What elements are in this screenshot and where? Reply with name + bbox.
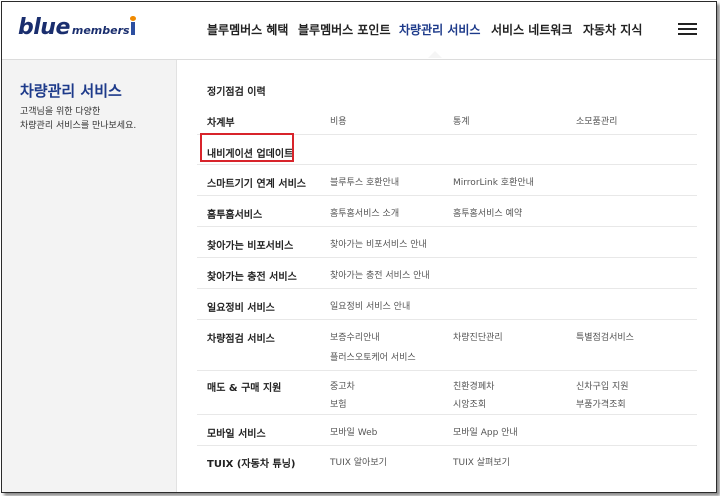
menu-link[interactable]: 통계 [453,114,470,127]
menu-link[interactable]: 보증수리안내 [330,330,380,343]
menu-link[interactable]: 일요정비 서비스 안내 [330,299,410,312]
menu-link[interactable]: 소모품관리 [576,114,617,127]
menu-row: 모바일 서비스 모바일 Web 모바일 App 안내 [197,415,697,446]
nav-item-points[interactable]: 블루멤버스 포인트 [298,21,391,38]
menu-link[interactable]: TUIX 살펴보기 [453,455,510,468]
menu-link[interactable]: 특별점검서비스 [576,330,634,343]
menu-category-smart-device[interactable]: 스마트기기 연계 서비스 [207,175,306,190]
menu-link[interactable]: 찾아가는 충전 서비스 안내 [330,268,430,281]
sidebar-desc-line1: 고객님을 위한 다양한 [20,107,101,117]
menu-row: 홈투홈서비스 홈투홈서비스 소개 홈투홈서비스 예약 [197,196,697,227]
sidebar-title: 차량관리 서비스 [20,82,122,100]
menu-row: 찾아가는 비포서비스 찾아가는 비포서비스 안내 [197,227,697,258]
menu-category-sell-buy-support[interactable]: 매도 & 구매 지원 [207,379,281,394]
blue-members-logo[interactable]: blue members [18,15,136,40]
menu-row: 차계부 비용 통계 소모품관리 [197,103,697,135]
navigation-update-highlight-box [200,133,294,162]
menu-link[interactable]: 시앙조회 [453,397,486,410]
logo-blue-text: blue [18,15,70,40]
nav-item-car-knowledge[interactable]: 자동차 지식 [583,21,642,38]
menu-category-logbook[interactable]: 차계부 [207,114,235,129]
menu-category-tuix[interactable]: TUIX (자동차 튜닝) [207,455,295,470]
menu-link[interactable]: 홈투홈서비스 소개 [330,206,399,219]
site-header: blue members 블루멤버스 혜택 블루멤버스 포인트 차량관리 서비스 … [2,2,716,60]
menu-category-home-to-home[interactable]: 홈투홈서비스 [207,206,262,221]
nav-item-benefits[interactable]: 블루멤버스 혜택 [207,21,288,38]
nav-item-vehicle-service[interactable]: 차량관리 서비스 [399,21,480,38]
menu-link[interactable]: 비용 [330,114,347,127]
menu-link[interactable]: 홈투홈서비스 예약 [453,206,522,219]
menu-link[interactable]: 친환경폐차 [453,379,494,392]
menu-link[interactable]: 블루투스 호환안내 [330,175,399,188]
nav-item-service-network[interactable]: 서비스 네트워크 [491,21,572,38]
menu-row: 매도 & 구매 지원 중고차 친환경폐차 신차구입 지원 보험 시앙조회 부품가… [197,371,697,415]
menu-category-sunday-maintenance[interactable]: 일요정비 서비스 [207,299,275,314]
menu-link[interactable]: 보험 [330,397,347,410]
menu-row: TUIX (자동차 튜닝) TUIX 알아보기 TUIX 살펴보기 [197,446,697,476]
menu-link[interactable]: TUIX 알아보기 [330,455,387,468]
sidebar-desc-line2: 차량관리 서비스를 만나보세요. [20,121,137,131]
service-menu: 정기점검 이력 차계부 비용 통계 소모품관리 내비게이션 업데이트 스마트기기… [177,60,716,492]
menu-link[interactable]: 신차구입 지원 [576,379,629,392]
menu-link[interactable]: 모바일 Web [330,425,377,438]
menu-link[interactable]: 부품가격조회 [576,397,626,410]
active-nav-caret-icon [427,50,443,58]
menu-row: 차량점검 서비스 보증수리안내 차량진단관리 특별점검서비스 플러스오토케어 서… [197,320,697,371]
sidebar-description: 고객님을 위한 다양한 차량관리 서비스를 만나보세요. [20,105,136,133]
menu-category-mobile-service[interactable]: 모바일 서비스 [207,425,266,440]
menu-category-charging-service[interactable]: 찾아가는 충전 서비스 [207,268,297,283]
menu-row: 스마트기기 연계 서비스 블루투스 호환안내 MirrorLink 호환안내 [197,165,697,196]
menu-category-inspection-history[interactable]: 정기점검 이력 [207,83,266,98]
menu-link[interactable]: 찾아가는 비포서비스 안내 [330,237,427,250]
menu-link[interactable]: 플러스오토케어 서비스 [330,350,416,363]
menu-link[interactable]: MirrorLink 호환안내 [453,175,534,188]
menu-link[interactable]: 차량진단관리 [453,330,503,343]
menu-category-inspection-service[interactable]: 차량점검 서비스 [207,330,275,345]
menu-category-before-service[interactable]: 찾아가는 비포서비스 [207,237,293,252]
menu-link[interactable]: 중고차 [330,379,355,392]
menu-row: 일요정비 서비스 일요정비 서비스 안내 [197,289,697,320]
hamburger-menu-icon[interactable] [678,23,697,36]
logo-mark-icon [129,16,136,35]
sidebar: 차량관리 서비스 고객님을 위한 다양한 차량관리 서비스를 만나보세요. [2,60,177,492]
menu-row: 정기점검 이력 [197,60,697,103]
menu-link[interactable]: 모바일 App 안내 [453,425,518,438]
browser-frame: blue members 블루멤버스 혜택 블루멤버스 포인트 차량관리 서비스 … [1,1,717,493]
menu-row: 찾아가는 충전 서비스 찾아가는 충전 서비스 안내 [197,258,697,289]
logo-members-text: members [71,24,130,37]
